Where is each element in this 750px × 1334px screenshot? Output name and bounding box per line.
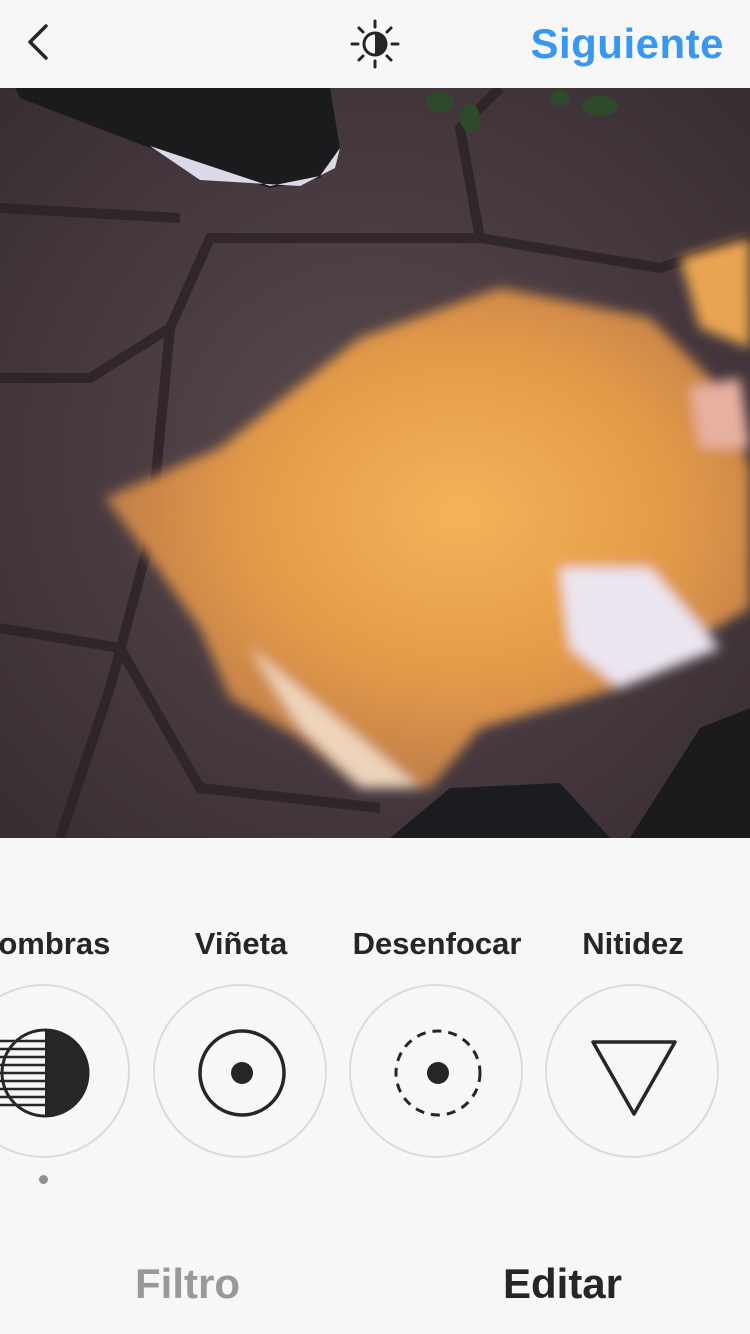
chevron-left-icon	[28, 24, 48, 60]
tool-shadows-button[interactable]	[0, 984, 130, 1158]
sharpen-icon	[591, 1040, 677, 1116]
active-indicator-dot	[39, 1175, 48, 1184]
back-button[interactable]	[18, 20, 62, 64]
kitten-photo	[0, 88, 750, 838]
tool-sharpen-button[interactable]	[545, 984, 719, 1158]
tool-sharpen[interactable]: Nitidez	[543, 838, 723, 1238]
bottom-tabs: Filtro Editar	[0, 1238, 750, 1334]
tool-vignette-button[interactable]	[153, 984, 327, 1158]
tool-tilt-shift[interactable]: Desenfocar	[347, 838, 527, 1238]
tools-strip: Sombras	[0, 838, 750, 1238]
tab-filter[interactable]: Filtro	[0, 1260, 375, 1308]
lux-button[interactable]	[349, 18, 401, 70]
tab-edit[interactable]: Editar	[375, 1260, 750, 1308]
shadows-icon	[0, 1028, 90, 1118]
vignette-icon	[198, 1029, 286, 1117]
tool-vignette[interactable]: Viñeta	[151, 838, 331, 1238]
top-bar: Siguiente	[0, 0, 750, 88]
tilt-shift-icon	[394, 1029, 482, 1117]
tool-shadows[interactable]: Sombras	[0, 838, 134, 1238]
photo-preview	[0, 88, 750, 838]
lux-brightness-icon	[350, 19, 400, 69]
next-button[interactable]: Siguiente	[530, 18, 724, 70]
tool-label: Nitidez	[582, 926, 684, 961]
tool-tilt-shift-button[interactable]	[349, 984, 523, 1158]
